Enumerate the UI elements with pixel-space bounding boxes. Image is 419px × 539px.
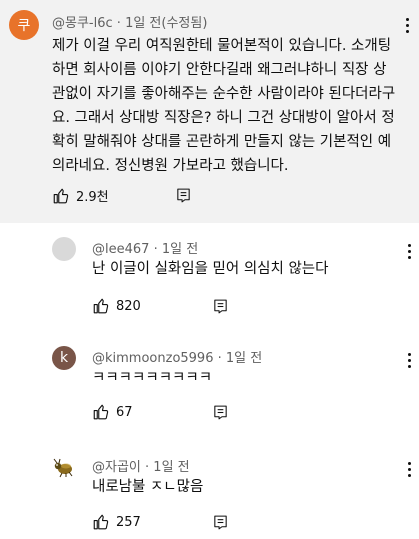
- reply-icon[interactable]: [212, 404, 229, 421]
- comment-header: @몽쿠-l6c · 1일 전(수정됨): [52, 16, 208, 31]
- like-count: 2.9천: [76, 190, 109, 205]
- reply-icon[interactable]: [212, 514, 229, 531]
- like-count: 820: [116, 298, 141, 314]
- thumbs-up-icon: [93, 514, 109, 530]
- thumbs-up-icon: [53, 188, 69, 203]
- reply-timestamp: 1일 전: [161, 242, 199, 257]
- like-button[interactable]: 2.9천: [52, 186, 109, 205]
- more-vert-icon[interactable]: [404, 353, 414, 371]
- bug-avatar-image: [53, 458, 73, 478]
- reply-header: @자곱이 · 1일 전: [92, 460, 190, 475]
- avatar-letter: 쿠: [17, 18, 31, 34]
- reply-header: @kimmoonzo5996 · 1일 전: [92, 351, 263, 366]
- more-vert-icon[interactable]: [404, 244, 414, 262]
- avatar[interactable]: [52, 455, 76, 479]
- thumbs-up-icon: [93, 404, 109, 420]
- more-vert-icon[interactable]: [404, 462, 414, 480]
- avatar[interactable]: k: [52, 346, 76, 370]
- reply-timestamp: 1일 전: [153, 460, 190, 475]
- reply-text: ㅋㅋㅋㅋㅋㅋㅋㅋㅋ: [92, 370, 213, 386]
- like-button[interactable]: 257: [92, 513, 141, 531]
- reply-icon[interactable]: [175, 187, 192, 204]
- like-button[interactable]: 67: [92, 403, 133, 421]
- comment-text-line: 의라네요. 정신병원 가보라고 했습니다.: [52, 158, 289, 174]
- reply-timestamp: 1일 전: [225, 351, 263, 366]
- reply-author-handle[interactable]: @lee467: [92, 242, 149, 257]
- comment-text: 제가 이걸 우리 여직원한테 물어본적이 있습니다. 소개팅 하면 회사이름 이…: [52, 34, 412, 178]
- reply-icon[interactable]: [212, 298, 229, 315]
- comment-text-line: 확히 말해줘야 상대를 곤란하게 만들지 않는 기본적인 예: [52, 134, 392, 150]
- reply-text: 난 이글이 실화임을 믿어 의심치 않는다: [92, 261, 329, 277]
- reply-text: 내로남불 ㅈㄴ많음: [92, 479, 204, 495]
- comment-timestamp: 1일 전(수정됨): [125, 16, 208, 31]
- avatar[interactable]: [52, 237, 76, 261]
- thumbs-up-icon: [93, 298, 109, 314]
- avatar-letter: k: [59, 350, 69, 366]
- reply-author-handle[interactable]: @자곱이: [92, 460, 141, 475]
- like-count: 257: [116, 514, 141, 530]
- reply-author-handle[interactable]: @kimmoonzo5996: [92, 351, 213, 366]
- avatar[interactable]: 쿠: [9, 10, 39, 40]
- comment-text-line: 관없이 자기를 좋아해주는 순수한 사람이라야 된다더라구: [52, 86, 396, 102]
- comment-author-handle[interactable]: @몽쿠-l6c: [52, 16, 113, 31]
- reply-header: @lee467 · 1일 전: [92, 242, 199, 257]
- like-button[interactable]: 820: [92, 297, 141, 315]
- comment-text-line: 하면 회사이름 이야기 안한다길래 왜그러냐하니 직장 상: [52, 62, 387, 78]
- comment-text-line: 제가 이걸 우리 여직원한테 물어본적이 있습니다. 소개팅: [52, 38, 392, 54]
- comment-text-line: 요. 그래서 상대방 직장은? 하니 그건 상대방이 알아서 정: [52, 110, 395, 126]
- highlighted-comment: 쿠 @몽쿠-l6c · 1일 전(수정됨) 제가 이걸 우리 여직원한테 물어본…: [0, 0, 419, 223]
- like-count: 67: [116, 404, 133, 420]
